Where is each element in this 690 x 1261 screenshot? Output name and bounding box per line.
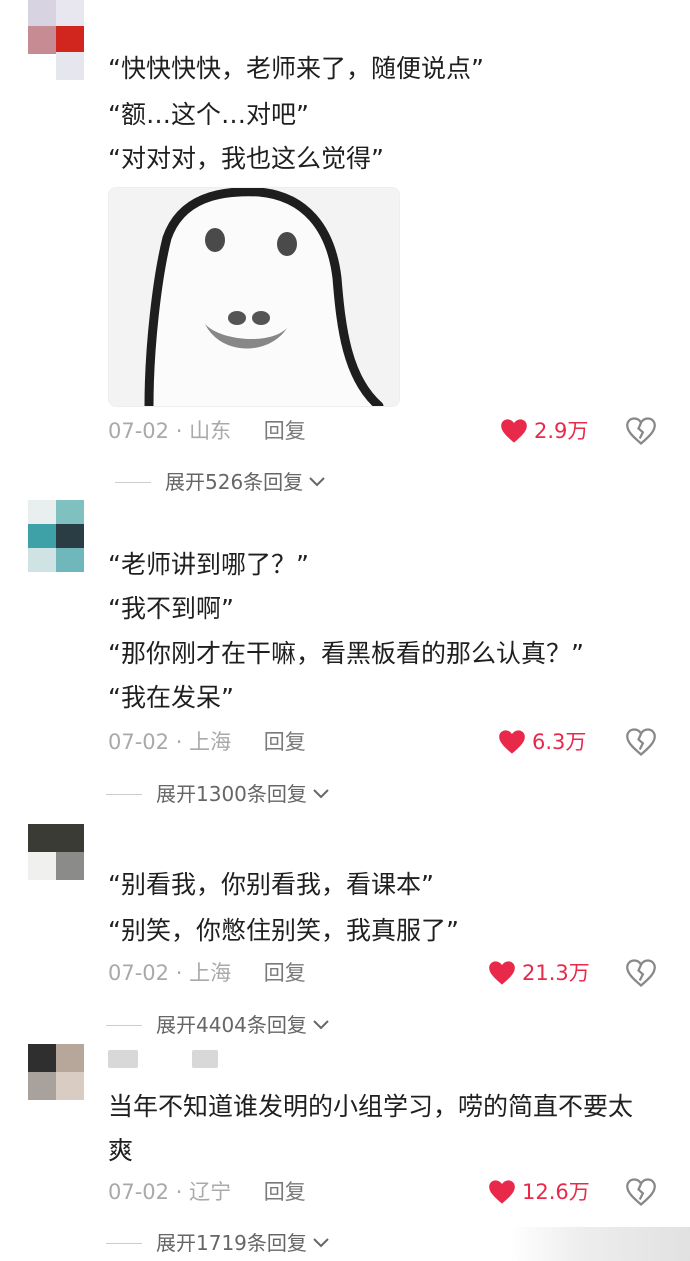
username-blurred xyxy=(192,1050,218,1068)
expand-replies[interactable]: 展开1300条回复 xyxy=(106,779,331,809)
blob-face-meme-icon xyxy=(109,188,399,406)
broken-heart-icon xyxy=(626,728,656,756)
comment-date: 07-02 xyxy=(108,961,170,985)
broken-heart-icon xyxy=(626,959,656,987)
comment-text: “我不到啊” xyxy=(108,594,234,623)
comment-text: 当年不知道谁发明的小组学习，唠的简直不要太 xyxy=(108,1092,634,1121)
heart-icon xyxy=(489,1180,515,1204)
comment-meta: 07-02 · 辽宁 回复 xyxy=(108,1180,306,1204)
comment-date: 07-02 xyxy=(108,730,170,754)
watermark-blur xyxy=(510,1227,690,1261)
comment-location: 上海 xyxy=(189,730,232,754)
dislike-button[interactable] xyxy=(626,958,656,988)
comment-text: “额…这个…对吧” xyxy=(108,100,309,129)
like-count: 12.6万 xyxy=(522,1180,590,1204)
heart-icon xyxy=(501,419,527,443)
comment-text: 爽 xyxy=(108,1136,134,1165)
chevron-down-icon xyxy=(309,477,325,487)
expand-replies[interactable]: 展开4404条回复 xyxy=(106,1010,331,1040)
dislike-button[interactable] xyxy=(626,727,656,757)
comment-text: “别笑，你憋住别笑，我真服了” xyxy=(108,916,459,945)
expand-label: 展开1300条回复 xyxy=(156,782,307,806)
avatar[interactable] xyxy=(28,0,84,80)
dislike-button[interactable] xyxy=(626,1177,656,1207)
expand-label: 展开526条回复 xyxy=(165,470,304,494)
reply-button[interactable]: 回复 xyxy=(264,730,306,754)
avatar[interactable] xyxy=(28,500,84,572)
like-button[interactable]: 2.9万 xyxy=(500,416,588,446)
comment-location: 辽宁 xyxy=(189,1180,232,1204)
like-count: 21.3万 xyxy=(522,961,590,985)
expand-replies[interactable]: 展开526条回复 xyxy=(115,467,327,497)
like-count: 2.9万 xyxy=(534,419,589,443)
comment-text: “老师讲到哪了？” xyxy=(108,550,309,579)
like-button[interactable]: 6.3万 xyxy=(498,727,586,757)
comment-2: “老师讲到哪了？” “我不到啊” “那你刚才在干嘛，看黑板看的那么认真？” “我… xyxy=(0,500,690,820)
expand-label: 展开1719条回复 xyxy=(156,1231,307,1255)
comment-1: “快快快快，老师来了，随便说点” “额…这个…对吧” “对对对，我也这么觉得” … xyxy=(0,0,690,510)
comment-meta: 07-02 · 上海 回复 xyxy=(108,730,306,754)
comment-meta: 07-02 · 上海 回复 xyxy=(108,961,306,985)
comment-meta: 07-02 · 山东 回复 xyxy=(108,419,306,443)
heart-icon xyxy=(499,730,525,754)
reply-button[interactable]: 回复 xyxy=(264,419,306,443)
expand-label: 展开4404条回复 xyxy=(156,1013,307,1037)
chevron-down-icon xyxy=(313,1020,329,1030)
dislike-button[interactable] xyxy=(626,416,656,446)
comment-text: “别看我，你别看我，看课本” xyxy=(108,870,434,899)
comment-location: 上海 xyxy=(189,961,232,985)
comment-location: 山东 xyxy=(189,419,232,443)
avatar[interactable] xyxy=(28,1044,84,1100)
like-button[interactable]: 12.6万 xyxy=(488,1177,590,1207)
expand-replies[interactable]: 展开1719条回复 xyxy=(106,1228,331,1258)
meme-image[interactable] xyxy=(108,187,400,407)
reply-button[interactable]: 回复 xyxy=(264,961,306,985)
heart-icon xyxy=(489,961,515,985)
comment-date: 07-02 xyxy=(108,1180,170,1204)
comment-text: “我在发呆” xyxy=(108,683,234,712)
like-count: 6.3万 xyxy=(532,730,587,754)
like-button[interactable]: 21.3万 xyxy=(488,958,590,988)
broken-heart-icon xyxy=(626,1178,656,1206)
avatar[interactable] xyxy=(28,824,84,880)
comment-text: “那你刚才在干嘛，看黑板看的那么认真？” xyxy=(108,639,584,668)
chevron-down-icon xyxy=(313,1238,329,1248)
broken-heart-icon xyxy=(626,417,656,445)
comment-3: “别看我，你别看我，看课本” “别笑，你憋住别笑，我真服了” 07-02 · 上… xyxy=(0,824,690,1044)
comment-text: “对对对，我也这么觉得” xyxy=(108,144,384,173)
reply-button[interactable]: 回复 xyxy=(264,1180,306,1204)
comment-date: 07-02 xyxy=(108,419,170,443)
chevron-down-icon xyxy=(313,789,329,799)
comment-text: “快快快快，老师来了，随便说点” xyxy=(108,54,484,83)
username-blurred xyxy=(108,1050,138,1068)
